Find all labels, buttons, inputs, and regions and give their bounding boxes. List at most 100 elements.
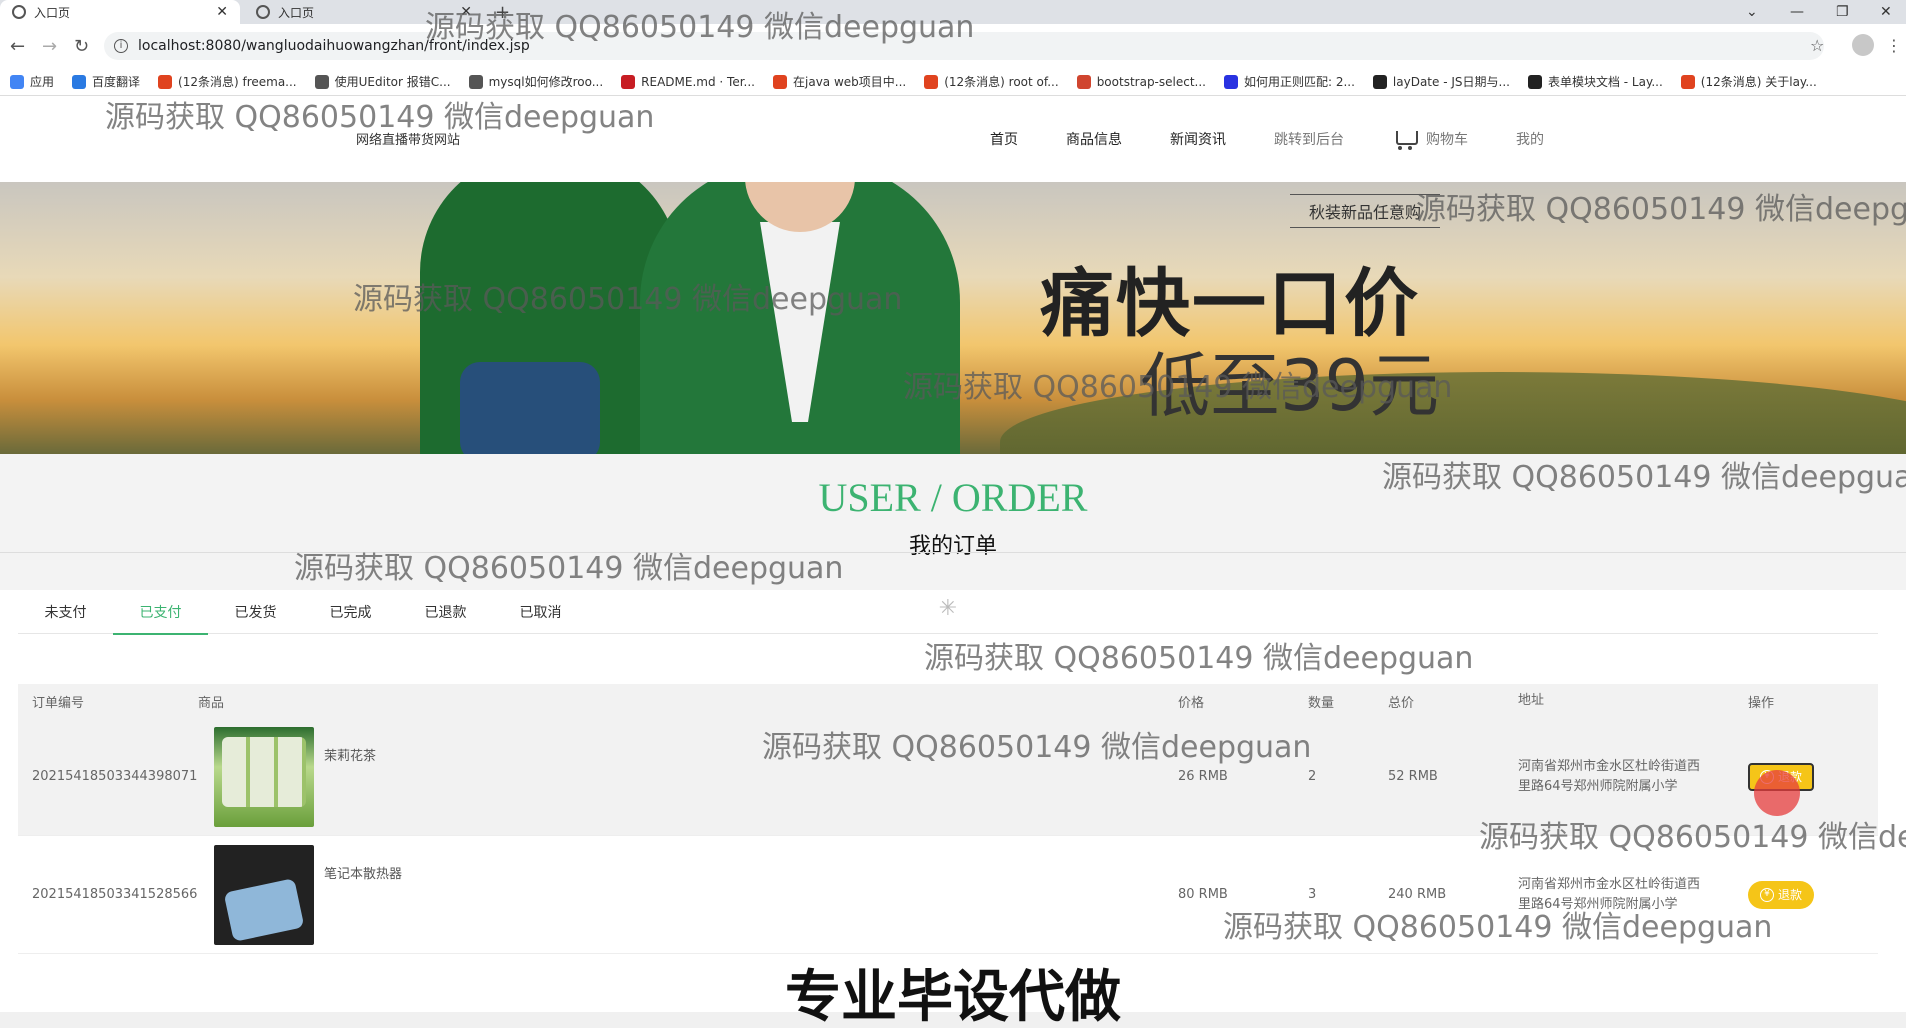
bookmark-item[interactable]: (12条消息) 关于lay... bbox=[1680, 73, 1817, 90]
bookmark-item[interactable]: README.md · Ter... bbox=[621, 74, 755, 89]
browser-tab-1[interactable]: 入口页 ✕ bbox=[0, 0, 240, 24]
bookmark-item[interactable]: 在java web项目中... bbox=[773, 73, 906, 90]
site-name: 网络直播带货网站 bbox=[356, 133, 461, 148]
nav-mine[interactable]: 我的 bbox=[1492, 126, 1568, 152]
goods-cell: 笔记本散热器 bbox=[198, 844, 1178, 945]
col-qty: 数量 bbox=[1308, 695, 1335, 711]
tab-completed[interactable]: 已完成 bbox=[303, 590, 398, 634]
banner-subline: 低至39元 bbox=[1140, 345, 1440, 427]
back-icon[interactable]: ← bbox=[10, 36, 25, 57]
site-header: 网络直播带货网站 首页 商品信息 新闻资讯 跳转到后台 购物车 我的 bbox=[0, 96, 1906, 182]
bookmark-label: (12条消息) 关于lay... bbox=[1700, 75, 1817, 89]
section-title-en: USER / ORDER bbox=[818, 475, 1088, 520]
bookmark-item[interactable]: (12条消息) freema... bbox=[158, 73, 297, 90]
cart-icon bbox=[1392, 127, 1420, 151]
col-total: 总价 bbox=[1388, 695, 1415, 711]
nav-cart-label: 购物车 bbox=[1426, 132, 1468, 148]
nav-products[interactable]: 商品信息 bbox=[1042, 126, 1146, 152]
tab-paid[interactable]: 已支付 bbox=[113, 590, 208, 635]
col-price: 价格 bbox=[1178, 695, 1205, 711]
apps-grid-icon bbox=[10, 74, 24, 89]
browser-tab-bar: 入口页 ✕ 入口页 ✕ + ⌄ — ❐ ✕ bbox=[0, 0, 1906, 24]
bookmark-item[interactable]: bootstrap-select... bbox=[1076, 74, 1206, 89]
nav-home[interactable]: 首页 bbox=[966, 126, 1042, 152]
address-line-2: 里路64号郑州师院附属小学 bbox=[1518, 896, 1678, 912]
close-tab-icon[interactable]: ✕ bbox=[216, 4, 228, 20]
address-line-1: 河南省郑州市金水区杜岭街道西 bbox=[1518, 758, 1701, 774]
op-cell: ¥ 退款 bbox=[1748, 880, 1878, 909]
banner-model-jeans bbox=[460, 362, 600, 454]
bookmark-item[interactable]: layDate - JS日期与... bbox=[1372, 73, 1510, 90]
close-tab-icon[interactable]: ✕ bbox=[460, 4, 472, 20]
bookmark-item[interactable]: 百度翻译 bbox=[72, 73, 140, 90]
bookmark-star-icon[interactable]: ☆ bbox=[1810, 36, 1824, 55]
product-image[interactable] bbox=[214, 726, 314, 827]
bookmark-item[interactable]: 表单模块文档 - Lay... bbox=[1527, 73, 1663, 90]
restore-icon[interactable]: ❐ bbox=[1836, 0, 1849, 24]
product-name[interactable]: 茉莉花茶 bbox=[324, 745, 376, 764]
col-goods: 商品 bbox=[198, 695, 225, 711]
order-table: 订单编号 商品 价格 数量 总价 地址 操作 20215418503344398… bbox=[18, 684, 1878, 954]
url-text: localhost:8080/wangluodaihuowangzhan/fro… bbox=[138, 38, 530, 54]
bookmark-favicon-icon bbox=[1076, 74, 1091, 89]
close-window-icon[interactable]: ✕ bbox=[1880, 0, 1892, 24]
new-tab-icon[interactable]: + bbox=[495, 2, 510, 23]
minimize-icon[interactable]: — bbox=[1790, 0, 1804, 24]
bookmark-label: (12条消息) root of... bbox=[944, 75, 1059, 89]
bookmark-favicon-icon bbox=[1527, 74, 1542, 89]
bookmark-item[interactable]: 如何用正则匹配: 2... bbox=[1223, 73, 1355, 90]
site-nav: 首页 商品信息 新闻资讯 跳转到后台 购物车 我的 bbox=[966, 126, 1568, 152]
tab-unpaid[interactable]: 未支付 bbox=[18, 590, 113, 634]
globe-icon bbox=[256, 5, 270, 19]
tab-shipped[interactable]: 已发货 bbox=[208, 590, 303, 634]
bookmarks-bar: 应用 百度翻译 (12条消息) freema... 使用UEditor 报错C... m… bbox=[0, 68, 1906, 96]
profile-avatar[interactable] bbox=[1852, 34, 1874, 56]
bookmark-label: 百度翻译 bbox=[92, 75, 141, 89]
bookmark-favicon-icon bbox=[1223, 74, 1238, 89]
promo-overlay-text: 专业毕设代做 bbox=[785, 965, 1121, 1028]
bookmark-favicon-icon bbox=[1372, 74, 1387, 89]
info-icon[interactable]: i bbox=[114, 39, 128, 53]
bookmark-item[interactable]: mysql如何修改roo... bbox=[468, 73, 603, 90]
quantity: 3 bbox=[1308, 887, 1317, 902]
bookmark-label: 如何用正则匹配: 2... bbox=[1243, 75, 1355, 89]
tab-cancelled[interactable]: 已取消 bbox=[493, 590, 588, 634]
table-row: 20215418503344398071 茉莉花茶 26 RMB 2 52 RM… bbox=[18, 718, 1878, 836]
order-id: 20215418503344398071 bbox=[32, 769, 198, 784]
nav-news[interactable]: 新闻资讯 bbox=[1146, 126, 1250, 152]
bookmark-item[interactable]: 应用 bbox=[10, 73, 54, 90]
col-id: 订单编号 bbox=[32, 695, 85, 711]
globe-icon bbox=[12, 5, 26, 19]
divider bbox=[0, 552, 1906, 553]
nav-admin[interactable]: 跳转到后台 bbox=[1250, 126, 1368, 152]
section-title-cn: 我的订单 bbox=[908, 534, 997, 559]
bookmark-favicon-icon bbox=[773, 74, 787, 89]
bookmark-favicon-icon bbox=[1680, 74, 1695, 89]
bookmark-favicon-icon bbox=[621, 74, 636, 89]
bookmark-favicon-icon bbox=[468, 74, 483, 89]
product-name[interactable]: 笔记本散热器 bbox=[324, 863, 402, 882]
quantity: 2 bbox=[1308, 769, 1317, 784]
tab-search-icon[interactable]: ⌄ bbox=[1746, 0, 1758, 24]
nav-cart[interactable]: 购物车 bbox=[1368, 126, 1492, 152]
promo-banner[interactable]: 秋装新品任意购 痛快一口价 低至39元 bbox=[0, 182, 1906, 454]
bookmark-label: (12条消息) freema... bbox=[178, 75, 297, 89]
forward-icon[interactable]: → bbox=[42, 36, 57, 57]
address-line-2: 里路64号郑州师院附属小学 bbox=[1518, 778, 1678, 794]
loading-spinner-icon: ✳ bbox=[938, 596, 958, 621]
url-field[interactable]: i localhost:8080/wangluodaihuowangzhan/f… bbox=[104, 32, 1824, 60]
bookmark-favicon-icon bbox=[924, 74, 939, 89]
tab-title: 入口页 bbox=[34, 5, 71, 20]
tab-refunded[interactable]: 已退款 bbox=[398, 590, 493, 634]
bookmark-item[interactable]: (12条消息) root of... bbox=[924, 73, 1059, 90]
address-bar: ← → ↻ i localhost:8080/wangluodaihuowang… bbox=[0, 24, 1906, 68]
price: 26 RMB bbox=[1178, 769, 1228, 784]
reload-icon[interactable]: ↻ bbox=[74, 36, 89, 57]
product-image[interactable] bbox=[214, 844, 314, 945]
address: 河南省郑州市金水区杜岭街道西 里路64号郑州师院附属小学 bbox=[1518, 757, 1748, 797]
menu-kebab-icon[interactable]: ⋮ bbox=[1886, 36, 1902, 55]
bookmark-item[interactable]: 使用UEditor 报错C... bbox=[314, 73, 451, 90]
table-header: 订单编号 商品 价格 数量 总价 地址 操作 bbox=[18, 684, 1878, 718]
browser-tab-2[interactable]: 入口页 ✕ bbox=[244, 0, 484, 24]
refund-button[interactable]: ¥ 退款 bbox=[1748, 880, 1814, 909]
